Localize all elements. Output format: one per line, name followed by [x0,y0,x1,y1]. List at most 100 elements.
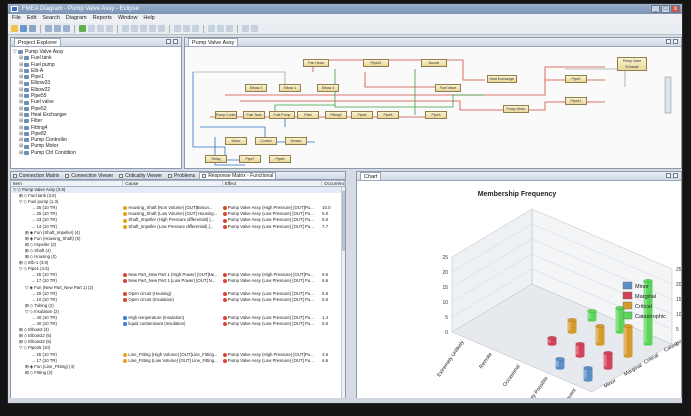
run-icon[interactable] [79,25,86,32]
effect-icon [222,206,227,211]
group-icon[interactable] [158,25,165,32]
block-pump-motor[interactable]: Pump Motor [503,105,529,113]
z-tick-label: 20 [442,270,448,276]
block-heat-exchanger[interactable]: Heat Exchanger [487,75,517,83]
column-header-item[interactable]: Item [11,181,124,186]
bar-cap [643,278,653,283]
block-pump-controller[interactable]: Pump Controller [215,111,237,119]
fit-icon[interactable] [192,25,199,32]
filter-icon[interactable] [251,25,258,32]
cut-icon[interactable] [45,25,52,32]
new-icon[interactable] [11,25,18,32]
block-fitting2[interactable]: Fitting2 [325,111,347,119]
block-pipe8[interactable]: Pipe8 [269,155,291,163]
tab-problems[interactable]: Problems [166,172,197,179]
block-pipe22[interactable]: Pipe22 [363,59,389,67]
block-elbow-3[interactable]: Elbow 3 [317,84,339,92]
distribute-icon[interactable] [149,25,156,32]
tree-item[interactable]: ⊞ Pump Ctrl Condition [13,150,181,156]
block-fuel-pump[interactable]: Fuel Pump [269,111,295,119]
minimize-button[interactable]: _ [651,5,660,13]
tab-response-matrix[interactable]: Response Matrix - Functional [199,172,277,179]
tab-diagram[interactable]: Pump Valve Assy [188,38,239,46]
maximize-view-icon[interactable] [173,39,178,44]
block-filter[interactable]: Filter [297,111,319,119]
block-pipe3[interactable]: Pipe3 [425,111,447,119]
block-sensor[interactable]: Sensor [285,137,307,145]
menu-window[interactable]: Window [118,14,138,23]
menu-search[interactable]: Search [42,14,59,23]
tab-chart[interactable]: Chart [360,172,382,180]
block-pipe41[interactable]: Pipe41 [565,97,587,105]
column-header-effect[interactable]: Effect [223,181,323,186]
column-header-occurrence[interactable]: Occurrence [322,181,346,186]
block-pipe2[interactable]: Pipe2 [565,75,587,83]
block-pipe7[interactable]: Pipe7 [239,155,261,163]
close-button[interactable]: x [671,5,680,13]
block-pipe6[interactable]: Pipe6 [351,111,373,119]
part-icon [24,125,29,130]
matrix-icon [13,173,17,178]
connect-icon[interactable] [208,25,215,32]
minimize-view-icon[interactable] [666,39,671,44]
menu-reports[interactable]: Reports [93,14,112,23]
maximize-view-icon[interactable] [673,173,678,178]
table-scrollbar[interactable] [341,187,345,401]
zoom-in-icon[interactable] [174,25,181,32]
chart-bar [547,335,557,346]
table-row[interactable]: ⊞ ◇ Fitting (2) [11,370,345,376]
align-center-icon[interactable] [131,25,138,32]
maximize-button[interactable]: □ [661,5,670,13]
save-icon[interactable] [20,25,27,32]
maximize-view-icon[interactable] [673,39,678,44]
tab-connection-viewer[interactable]: Connection Viewer [63,172,115,179]
severity-icon [123,297,128,302]
debug-icon[interactable] [88,25,95,32]
part-icon [24,81,29,86]
copy-icon[interactable] [54,25,61,32]
block-control[interactable]: Control [255,137,277,145]
block-elbow-1[interactable]: Elbow 1 [279,84,301,92]
block-pump-valve-exhaust[interactable]: Pump Valve Exhaust [617,57,647,71]
minimize-view-icon[interactable] [166,39,171,44]
tab-criticality-viewer[interactable]: Criticality Viewer [117,172,164,179]
menu-diagram[interactable]: Diagram [66,14,87,23]
effect-icon [222,297,227,302]
part-icon [24,69,29,74]
block-nozzle[interactable]: Nozzle [421,59,447,67]
project-tree: ▽ Pump Valve Assy ⊞ Fuel tank ⊞ Fuel pump ⊞… [11,47,181,156]
column-header-cause[interactable]: Cause [123,181,223,186]
diagram-canvas[interactable]: Fan Head Pipe22 Nozzle Pump Valve Exhaus… [185,47,681,168]
minimize-view-icon[interactable] [666,173,671,178]
tab-project-explorer[interactable]: Project Explorer [14,38,62,46]
paste-icon[interactable] [63,25,70,32]
block-fan-head[interactable]: Fan Head [303,59,329,67]
block-fuel-tank[interactable]: Fuel Tank [243,111,265,119]
menu-help[interactable]: Help [143,14,154,23]
effect-icon [222,316,227,321]
fmea-table-rows: ▽ ◇ Pump Valve Assy (3.9) ⊞ ◇ Fuel tank (… [11,187,345,376]
menu-file[interactable]: File [12,14,21,23]
block-elbow-2[interactable]: Elbow 2 [245,84,267,92]
align-left-icon[interactable] [122,25,129,32]
block-relay[interactable]: Relay [205,155,227,163]
layout-icon[interactable] [217,25,224,32]
toolbar-separator [117,24,118,33]
zoom-out-icon[interactable] [183,25,190,32]
search-icon[interactable] [242,25,249,32]
bar-cap [583,365,593,370]
part-icon [24,106,29,111]
tab-connection-matrix[interactable]: Connection Matrix [11,172,61,179]
block-pipe5[interactable]: Pipe5 [377,111,399,119]
block-motor[interactable]: Motor [225,137,247,145]
severity-icon [123,273,128,278]
redo-icon[interactable] [106,25,113,32]
align-right-icon[interactable] [140,25,147,32]
menu-edit[interactable]: Edit [27,14,36,23]
part-icon [24,138,29,143]
undo-icon[interactable] [97,25,104,32]
print-icon[interactable] [29,25,36,32]
refresh-icon[interactable] [226,25,233,32]
part-icon [24,144,29,149]
block-fuel-valve[interactable]: Fuel Valve [435,84,461,92]
